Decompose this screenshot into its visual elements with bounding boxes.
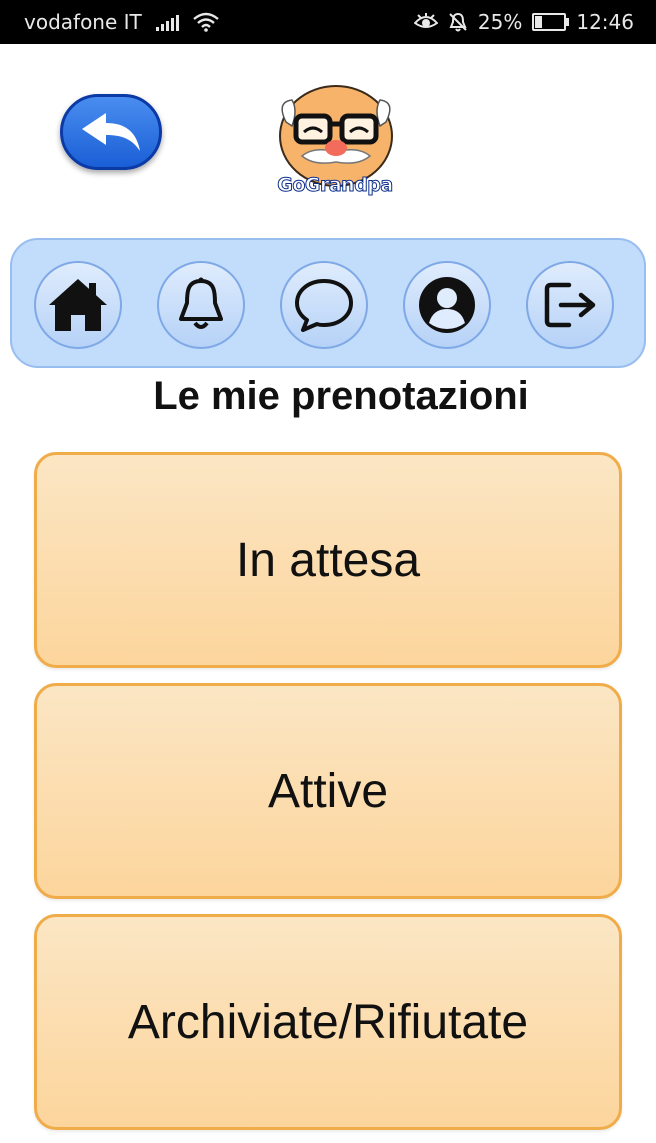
status-right: 25% 12:46 [413, 10, 634, 34]
battery-percent: 25% [477, 10, 523, 34]
archived-rejected-bookings-button[interactable]: Archiviate/Rifiutate [34, 914, 622, 1130]
eye-icon [413, 13, 438, 28]
nav-bar [10, 238, 646, 368]
back-arrow-icon [82, 113, 140, 151]
logo-text: GoGrandpa [277, 174, 394, 197]
active-bookings-button[interactable]: Attive [34, 683, 622, 899]
nav-profile-button[interactable] [403, 261, 491, 349]
option-label: Archiviate/Rifiutate [127, 995, 529, 1049]
nav-home-button[interactable] [34, 261, 122, 349]
page-title: Le mie prenotazioni [153, 374, 529, 418]
clock: 12:46 [576, 10, 634, 34]
status-left: vodafone IT [24, 10, 219, 34]
wifi-icon [192, 12, 219, 32]
back-button[interactable] [60, 94, 162, 170]
user-icon [419, 277, 475, 333]
home-icon [49, 279, 107, 331]
nav-messages-button[interactable] [280, 261, 368, 349]
nav-notifications-button[interactable] [157, 261, 245, 349]
option-label: In attesa [235, 533, 421, 587]
bell-icon [179, 277, 223, 329]
bell-off-icon [449, 12, 467, 32]
pending-bookings-button[interactable]: In attesa [34, 452, 622, 668]
signal-icon [155, 13, 179, 31]
option-label: Attive [267, 764, 389, 818]
carrier-name: vodafone IT [24, 10, 142, 34]
battery-icon [532, 13, 570, 31]
status-bar: vodafone IT 25% 12:46 [0, 0, 656, 44]
chat-bubble-icon [295, 279, 353, 332]
nav-logout-button[interactable] [526, 261, 614, 349]
logout-icon [544, 282, 596, 328]
